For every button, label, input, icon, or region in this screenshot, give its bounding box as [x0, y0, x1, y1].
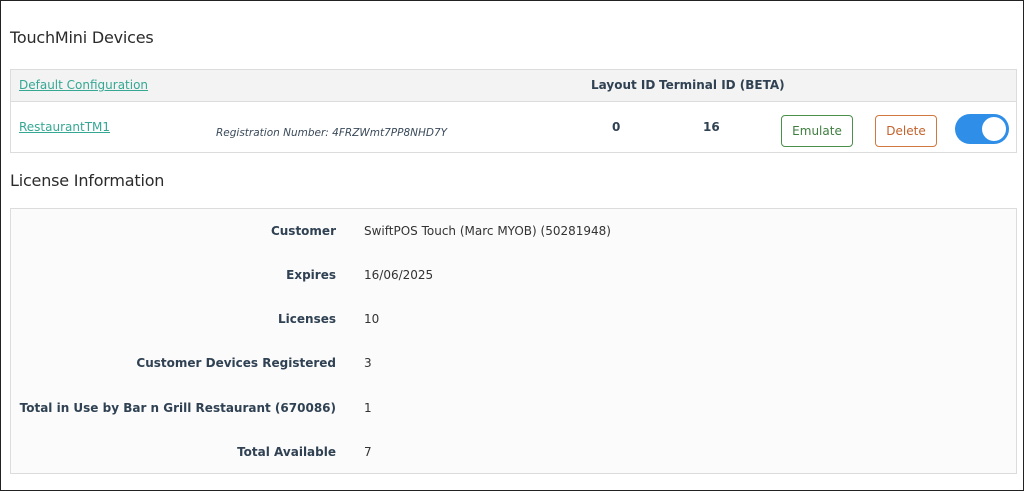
license-value: 16/06/2025: [364, 268, 434, 282]
license-value: 10: [364, 312, 380, 326]
license-row-expires: Expires 16/06/2025: [11, 268, 1016, 288]
license-value: SwiftPOS Touch (Marc MYOB) (50281948): [364, 224, 611, 238]
terminal-id-value: 16: [703, 120, 720, 134]
license-section-title: License Information: [10, 171, 165, 190]
devices-table-header: Default Configuration Layout ID Terminal…: [11, 70, 1016, 102]
layout-id-value: 0: [612, 120, 621, 134]
devices-section-title: TouchMini Devices: [10, 28, 154, 47]
license-info-panel: Customer SwiftPOS Touch (Marc MYOB) (502…: [10, 208, 1017, 474]
license-row-customer: Customer SwiftPOS Touch (Marc MYOB) (502…: [11, 224, 1016, 244]
license-label: Total Available: [237, 445, 336, 459]
column-header-terminal-id: Terminal ID (BETA): [659, 78, 785, 92]
license-row-total-in-use: Total in Use by Bar n Grill Restaurant (…: [11, 401, 1016, 421]
license-row-devices-registered: Customer Devices Registered 3: [11, 356, 1016, 376]
device-name-link[interactable]: RestaurantTM1: [19, 120, 110, 134]
registration-number: Registration Number: 4FRZWmt7PP8NHD7Y: [216, 127, 448, 139]
device-row: RestaurantTM1 Registration Number: 4FRZW…: [11, 102, 1016, 153]
license-label: Customer Devices Registered: [136, 356, 336, 370]
devices-table: Default Configuration Layout ID Terminal…: [10, 69, 1017, 153]
device-enabled-toggle[interactable]: [955, 114, 1009, 144]
license-label: Total in Use by Bar n Grill Restaurant (…: [19, 401, 336, 415]
toggle-knob: [982, 117, 1006, 141]
license-label: Expires: [286, 268, 336, 282]
license-label: Customer: [270, 224, 336, 238]
license-value: 3: [364, 356, 372, 370]
license-label: Licenses: [278, 312, 336, 326]
license-value: 1: [364, 401, 372, 415]
delete-button[interactable]: Delete: [875, 115, 937, 147]
page-frame: TouchMini Devices Default Configuration …: [0, 0, 1024, 491]
default-configuration-link[interactable]: Default Configuration: [19, 78, 148, 92]
emulate-button[interactable]: Emulate: [781, 115, 853, 147]
column-header-layout-id: Layout ID: [591, 78, 656, 92]
license-row-licenses: Licenses 10: [11, 312, 1016, 332]
license-value: 7: [364, 445, 372, 459]
license-row-total-available: Total Available 7: [11, 445, 1016, 465]
